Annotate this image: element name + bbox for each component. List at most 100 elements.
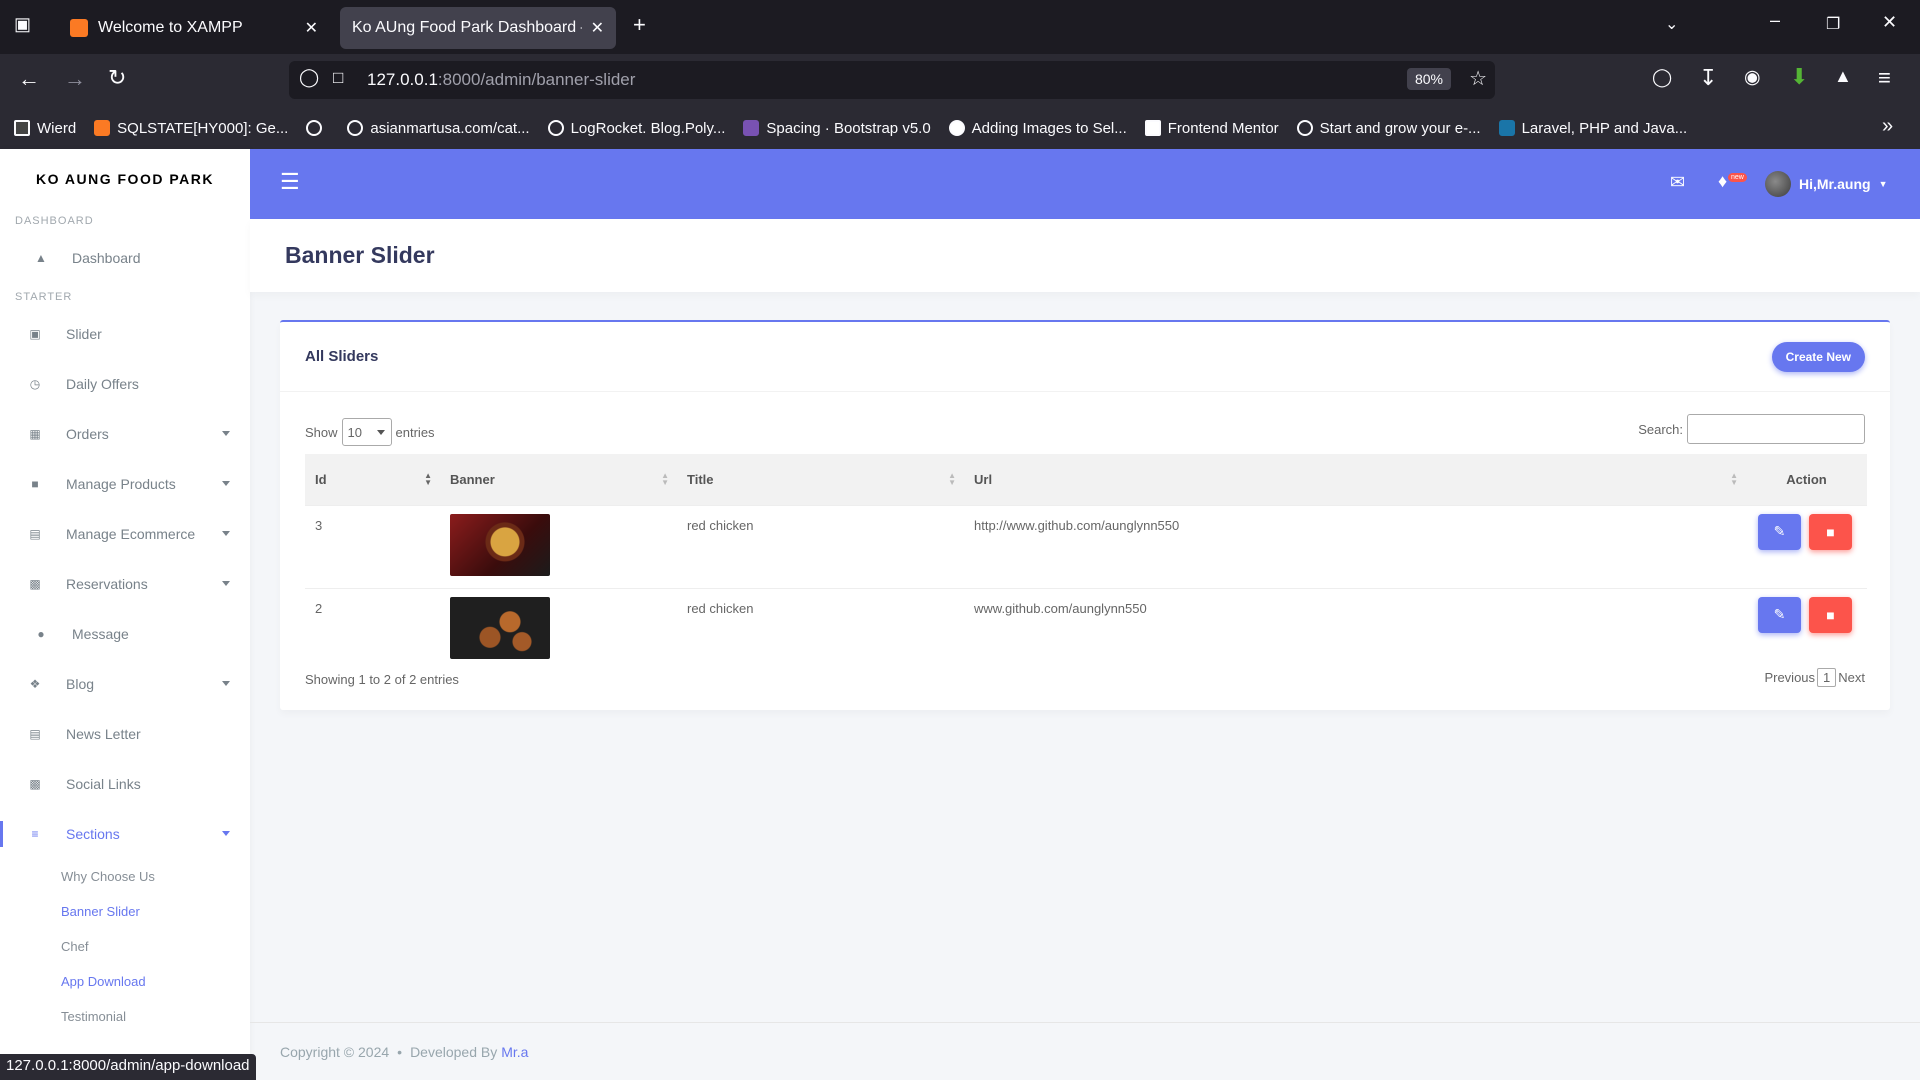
brand-logo[interactable]: KO AUNG FOOD PARK	[0, 149, 250, 209]
bookmark-item[interactable]: asianmartusa.com/cat...	[347, 120, 530, 137]
tab-dashboard[interactable]: Ko AUng Food Park Dashboard — S ✕	[340, 7, 616, 49]
url-host: 127.0.0.1	[367, 70, 438, 89]
close-tab-icon[interactable]: ✕	[591, 18, 604, 38]
envelope-icon[interactable]: ✉	[1670, 172, 1685, 193]
cell-id: 2	[315, 600, 323, 616]
sidebar: KO AUNG FOOD PARK Dashboard ▲ Dashboard S…	[0, 149, 250, 1080]
tab-xampp[interactable]: Welcome to XAMPP ✕	[58, 7, 330, 49]
store-icon: ▤	[29, 527, 41, 541]
minimize-icon[interactable]: –	[1770, 10, 1780, 31]
author-link[interactable]: Mr.a	[501, 1044, 528, 1060]
bookmark-item[interactable]	[306, 120, 329, 136]
sidebar-item-dashboard[interactable]: ▲ Dashboard	[0, 233, 250, 283]
cell-banner	[440, 505, 677, 588]
laracasts-icon	[1498, 120, 1515, 136]
table-header-row: Id ▲ ▼ Banner ▲ ▼ Title ▲ ▼ Url ▲ ▼ Action	[305, 454, 1867, 505]
subitem-chef[interactable]: Chef	[0, 929, 250, 964]
page-number-button[interactable]: 1	[1817, 668, 1837, 687]
sort-icon: ▲ ▼	[1730, 471, 1738, 487]
page-footer: Copyright © 2024 • Developed By Mr.a	[250, 1022, 1920, 1080]
create-new-button[interactable]: Create New	[1771, 341, 1865, 372]
medium-icon	[948, 120, 965, 136]
sidebar-item-news-letter[interactable]: ▤ News Letter	[0, 709, 250, 759]
subitem-app-download[interactable]: App Download	[0, 964, 250, 999]
show-label: Show	[305, 424, 338, 440]
column-header-banner[interactable]: Banner ▲ ▼	[440, 454, 677, 505]
subitem-banner-slider[interactable]: Banner Slider	[0, 894, 250, 929]
sidebar-item-blog[interactable]: ❖ Blog	[0, 659, 250, 709]
tab-overflow-chevron-icon[interactable]: ⌄	[1665, 14, 1678, 34]
previous-button[interactable]: Previous	[1764, 670, 1815, 685]
bookmark-item[interactable]: Wierd	[14, 120, 76, 137]
delete-button[interactable]: ■	[1809, 513, 1852, 550]
search-input[interactable]	[1687, 414, 1865, 444]
bullet-separator: •	[397, 1043, 403, 1060]
menu-icon[interactable]: ≡	[1878, 65, 1891, 91]
link-icon: ▩	[29, 777, 41, 791]
edit-button[interactable]: ✎	[1758, 596, 1801, 633]
bookmark-item[interactable]: Spacing · Bootstrap v5.0	[743, 120, 931, 137]
bell-icon[interactable]: ♦	[1718, 171, 1727, 192]
bookmark-item[interactable]: Start and grow your e-...	[1296, 120, 1481, 137]
column-header-title[interactable]: Title ▲ ▼	[677, 454, 964, 505]
bookmark-item[interactable]: LogRocket. Blog.Poly...	[547, 120, 725, 137]
sort-icon: ▲ ▼	[424, 471, 432, 487]
bookmark-item[interactable]: Laravel, PHP and Java...	[1498, 120, 1687, 137]
tab-bar: ▣ Welcome to XAMPP ✕ Ko AUng Food Park D…	[0, 0, 1920, 54]
sidebar-item-sections[interactable]: ≡ Sections	[0, 809, 250, 859]
sidebar-item-daily-offers[interactable]: ◷ Daily Offers	[0, 359, 250, 409]
section-header: Banner Slider	[250, 219, 1920, 292]
hamburger-toggle-icon[interactable]: ☰	[280, 169, 300, 195]
column-header-url[interactable]: Url ▲ ▼	[964, 454, 1746, 505]
account-icon[interactable]: ◉	[1744, 66, 1761, 89]
tab-list-icon[interactable]: ▣	[14, 14, 31, 35]
subitem-testimonial[interactable]: Testimonial	[0, 999, 250, 1034]
sidebar-item-slider[interactable]: ▣ Slider	[0, 309, 250, 359]
sidebar-item-manage-products[interactable]: ■ Manage Products	[0, 459, 250, 509]
close-tab-icon[interactable]: ✕	[305, 18, 318, 38]
zoom-level[interactable]: 80%	[1406, 68, 1451, 90]
frontend-mentor-icon	[1144, 120, 1161, 136]
bookmark-item[interactable]: Adding Images to Sel...	[948, 120, 1127, 137]
edit-button[interactable]: ✎	[1758, 513, 1801, 550]
user-dropdown[interactable]: Hi,Mr.aung ▼	[1765, 171, 1887, 197]
sidebar-item-orders[interactable]: ▦ Orders	[0, 409, 250, 459]
sidebar-item-reservations[interactable]: ▩ Reservations	[0, 559, 250, 609]
user-greeting: Hi,Mr.aung	[1799, 176, 1871, 192]
close-window-icon[interactable]: ✕	[1882, 12, 1897, 33]
forward-icon[interactable]: →	[64, 66, 86, 92]
bookmarks-overflow-icon[interactable]: »	[1882, 115, 1893, 138]
pocket-icon[interactable]: ◯	[1652, 67, 1672, 88]
bookmark-item[interactable]: SQLSTATE[HY000]: Ge...	[94, 120, 288, 137]
extension-green-icon[interactable]: ⬇	[1790, 64, 1808, 90]
url-bar[interactable]: ◯ □ 127.0.0.1:8000/admin/banner-slider 8…	[289, 61, 1495, 99]
bookmark-star-icon[interactable]: ☆	[1469, 66, 1487, 91]
shield-icon[interactable]: ◯	[299, 67, 319, 88]
restore-icon[interactable]: ❐	[1826, 14, 1840, 34]
cell-action: ✎ ■	[1746, 505, 1867, 588]
sidebar-item-social-links[interactable]: ▩ Social Links	[0, 759, 250, 809]
delete-button[interactable]: ■	[1809, 596, 1852, 633]
card-title: All Sliders	[305, 348, 379, 365]
xampp-icon	[94, 120, 111, 136]
column-header-id[interactable]: Id ▲ ▼	[305, 454, 440, 505]
comment-icon: ●	[37, 627, 45, 641]
image-icon: ▣	[29, 327, 41, 341]
subitem-why-choose-us[interactable]: Why Choose Us	[0, 859, 250, 894]
reload-icon[interactable]: ↻	[108, 65, 126, 91]
new-tab-icon[interactable]: +	[633, 12, 646, 38]
box-icon: ▦	[29, 427, 41, 441]
sidebar-item-message[interactable]: ● Message	[0, 609, 250, 659]
download-icon[interactable]: ↧	[1699, 65, 1717, 91]
cell-action: ✎ ■	[1746, 588, 1867, 671]
entries-label: entries	[395, 424, 435, 440]
datatable-controls: Show 10 entries Search:	[305, 414, 1865, 454]
bookmark-item[interactable]: Frontend Mentor	[1144, 120, 1279, 137]
trash-icon: ■	[1826, 606, 1835, 623]
extensions-puzzle-icon[interactable]: ▲	[1834, 66, 1852, 87]
menu-header-starter: Starter	[15, 291, 73, 303]
next-button[interactable]: Next	[1838, 670, 1865, 685]
back-icon[interactable]: ←	[18, 66, 40, 92]
sidebar-item-manage-ecommerce[interactable]: ▤ Manage Ecommerce	[0, 509, 250, 559]
entries-select[interactable]: 10	[341, 418, 392, 446]
